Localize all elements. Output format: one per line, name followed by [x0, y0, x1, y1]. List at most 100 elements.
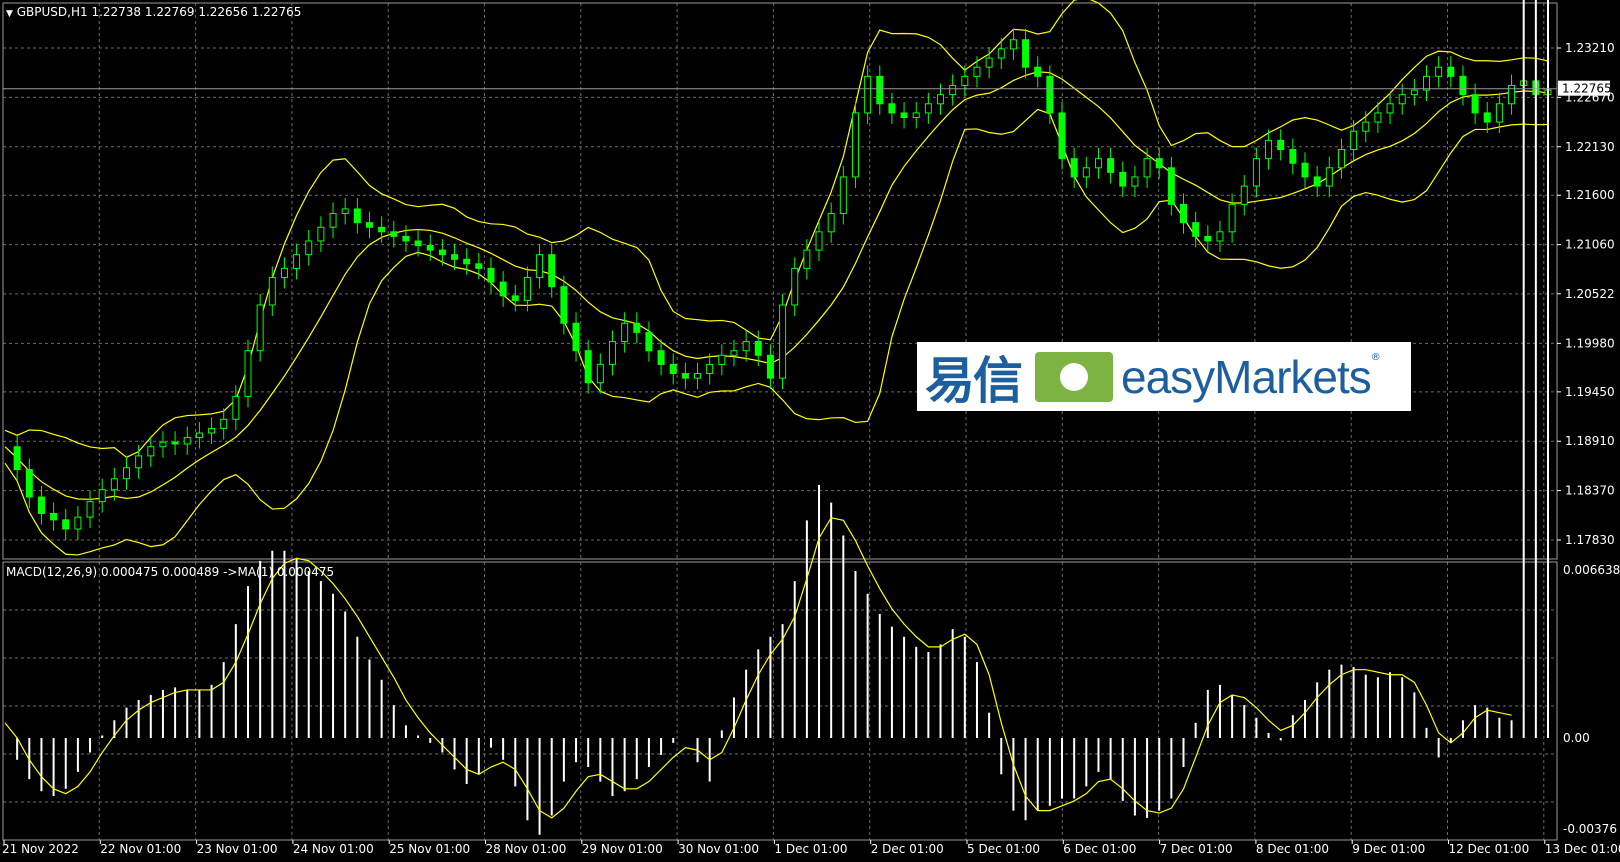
price-candle-body [1495, 103, 1503, 123]
price-candle-body [1034, 66, 1042, 77]
price-candle-body [560, 286, 568, 324]
price-candle-body [475, 263, 483, 269]
price-tick-label: 1.20522 [1565, 287, 1615, 301]
price-candle-body [365, 222, 373, 228]
price-candle-body [208, 427, 216, 434]
time-tick-label: 24 Nov 01:00 [293, 842, 374, 856]
price-tick-label: 1.19450 [1565, 385, 1615, 399]
price-candle-body [293, 254, 301, 269]
price-candle-body [876, 75, 884, 105]
registered-mark: ® [1370, 352, 1381, 363]
price-candle-body [864, 75, 872, 114]
price-candle-body [766, 354, 774, 379]
time-tick-label: 9 Dec 01:00 [1352, 842, 1425, 856]
price-candle-body [98, 489, 106, 503]
price-candle-body [1228, 203, 1236, 233]
price-candle-body [402, 235, 410, 242]
price-candle-body [1252, 158, 1260, 187]
price-candle-body [1459, 75, 1467, 96]
price-candle-body [694, 373, 702, 379]
price-candle-body [973, 66, 981, 77]
price-candle-body [1204, 235, 1212, 242]
price-candle-body [171, 441, 179, 445]
price-candle-body [596, 363, 604, 384]
current-price-label: 1.22765 [1562, 82, 1612, 96]
time-tick-label: 29 Nov 01:00 [582, 842, 663, 856]
price-candle-body [1107, 158, 1115, 173]
price-candle-body [1423, 75, 1431, 91]
price-candle-body [924, 103, 932, 114]
macd-tick-label: 0.00 [1563, 731, 1590, 745]
watermark-cn-text: 易信 [925, 351, 1023, 410]
price-candle-body [353, 208, 361, 224]
price-candle-body [244, 350, 252, 397]
price-candle-body [1301, 162, 1309, 178]
price-candle-body [1167, 167, 1175, 205]
price-candle-body [183, 437, 191, 445]
price-candle-body [13, 446, 21, 471]
price-candle-body [451, 254, 459, 260]
price-candle-body [25, 469, 33, 498]
price-candle-body [1046, 75, 1054, 114]
time-tick-label: 8 Dec 01:00 [1256, 842, 1329, 856]
price-candle-body [135, 455, 143, 469]
price-candle-body [426, 245, 434, 251]
price-candle-body [523, 277, 531, 301]
price-candle-body [633, 322, 641, 333]
price-candle-body [779, 304, 787, 379]
time-tick-label: 1 Dec 01:00 [774, 842, 847, 856]
time-tick-label: 23 Nov 01:00 [197, 842, 278, 856]
price-candle-body [1094, 158, 1102, 169]
symbol-ohlc-text: GBPUSD,H1 1.22738 1.22769 1.22656 1.2276… [16, 5, 302, 19]
price-candle-body [1155, 158, 1163, 169]
price-candle-body [961, 75, 969, 86]
price-candle-body [1240, 185, 1248, 205]
price-candle-body [86, 501, 94, 518]
price-candle-body [815, 231, 823, 251]
price-candle-body [1313, 176, 1321, 187]
price-tick-label: 1.19980 [1565, 336, 1615, 350]
price-candle-body [1070, 158, 1078, 178]
price-candle-body [195, 432, 203, 439]
macd-tick-label: 0.006638 [1563, 563, 1620, 577]
price-candle-body [499, 281, 507, 297]
time-tick-label: 6 Dec 01:00 [1063, 842, 1136, 856]
price-candle-body [584, 350, 592, 384]
time-tick-label: 22 Nov 01:00 [100, 842, 181, 856]
price-candle-body [1386, 103, 1394, 114]
watermark-brand-text: easyMarkets [1121, 350, 1372, 403]
price-tick-label: 1.17830 [1565, 533, 1615, 547]
price-candle-body [645, 331, 653, 352]
price-candle-body [888, 103, 896, 114]
price-candle-body [706, 363, 714, 375]
price-candle-body [1022, 39, 1030, 68]
price-candle-body [74, 516, 82, 530]
price-candle-body [50, 512, 58, 521]
price-candle-body [1289, 149, 1297, 164]
price-tick-label: 1.18370 [1565, 484, 1615, 498]
collapse-triangle-icon[interactable]: ▼ [6, 9, 13, 19]
price-candle-body [1265, 139, 1273, 160]
price-candle-body [1471, 94, 1479, 114]
price-candle-body [378, 226, 386, 233]
price-tick-label: 1.23210 [1565, 41, 1615, 55]
price-candle-body [1009, 39, 1017, 50]
price-candle-body [1180, 203, 1188, 224]
price-candle-body [730, 350, 738, 356]
time-tick-label: 5 Dec 01:00 [967, 842, 1040, 856]
price-candle-body [268, 277, 276, 306]
price-candle-body [463, 258, 471, 265]
time-tick-label: 2 Dec 01:00 [871, 842, 944, 856]
price-candle-body [937, 94, 945, 105]
price-candle-body [1119, 171, 1127, 187]
price-candle-body [742, 341, 750, 352]
trading-chart[interactable]: 1.232101.226701.221301.216001.210601.205… [0, 0, 1620, 862]
price-tick-label: 1.18910 [1565, 434, 1615, 448]
symbol-header[interactable]: ▼ GBPUSD,H1 1.22738 1.22769 1.22656 1.22… [6, 5, 301, 19]
price-candle-body [317, 226, 325, 242]
price-candle-body [414, 240, 422, 247]
time-tick-label: 28 Nov 01:00 [486, 842, 567, 856]
price-candle-body [487, 267, 495, 283]
price-candle-body [1374, 112, 1382, 123]
price-candle-body [62, 519, 70, 530]
